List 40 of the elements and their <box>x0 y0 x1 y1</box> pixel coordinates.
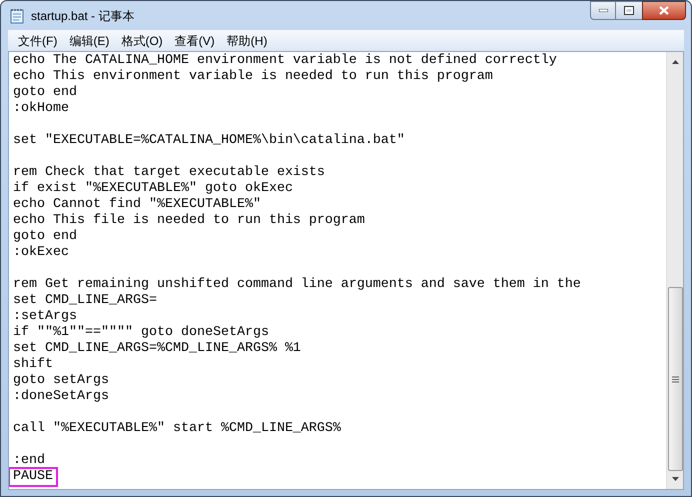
scroll-down-icon[interactable] <box>672 477 678 481</box>
code-line: if exist "%EXECUTABLE%" goto okExec <box>13 181 293 197</box>
code-line: :okExec <box>13 245 69 261</box>
code-line: :okHome <box>13 101 69 117</box>
maximize-button[interactable] <box>616 1 642 20</box>
code-line: if ""%1""=="""" goto doneSetArgs <box>13 325 269 341</box>
code-line: goto end <box>13 229 77 245</box>
close-icon <box>659 6 669 15</box>
minimize-icon <box>598 9 608 12</box>
code-line: set CMD_LINE_ARGS=%CMD_LINE_ARGS% %1 <box>13 341 301 357</box>
code-line: goto end <box>13 85 77 101</box>
maximize-icon <box>624 6 634 15</box>
code-line: goto setArgs <box>13 373 109 389</box>
code-line: :end <box>13 453 45 469</box>
scrollbar-thumb[interactable] <box>668 287 682 471</box>
menu-item[interactable]: 帮助(H) <box>220 32 274 50</box>
notepad-icon <box>9 8 25 24</box>
close-button[interactable] <box>642 1 686 20</box>
menu-item[interactable]: 格式(O) <box>115 32 169 50</box>
menu-item[interactable]: 编辑(E) <box>63 32 116 50</box>
menu-item[interactable]: 查看(V) <box>168 32 221 50</box>
code-line: set CMD_LINE_ARGS= <box>13 293 157 309</box>
code-line: rem Get remaining unshifted command line arguments and save them in the <box>13 277 581 293</box>
code-line: :doneSetArgs <box>13 389 109 405</box>
code-line: call "%EXECUTABLE%" start %CMD_LINE_ARGS% <box>13 421 341 437</box>
code-line: set "EXECUTABLE=%CATALINA_HOME%\bin\catalina.bat" <box>13 133 405 149</box>
code-line: shift <box>13 357 53 373</box>
scrollbar[interactable] <box>666 52 683 489</box>
scroll-up-icon[interactable] <box>672 60 678 64</box>
code-line: echo This file is needed to run this program <box>13 213 365 229</box>
code-line: :setArgs <box>13 309 77 325</box>
highlighted-code-line: PAUSE <box>10 469 56 485</box>
code-line: echo Cannot find "%EXECUTABLE%" <box>13 197 261 213</box>
code-line: echo This environment variable is needed to run this program <box>13 69 493 85</box>
minimize-button[interactable] <box>590 1 616 20</box>
code-line: echo The CATALINA_HOME environment variable is not defined correctly <box>13 53 557 69</box>
grip-icon <box>672 376 678 382</box>
menu-item[interactable]: 文件(F) <box>12 32 64 50</box>
window-title: startup.bat - 记事本 <box>31 8 134 24</box>
code-line: rem Check that target executable exists <box>13 165 325 181</box>
